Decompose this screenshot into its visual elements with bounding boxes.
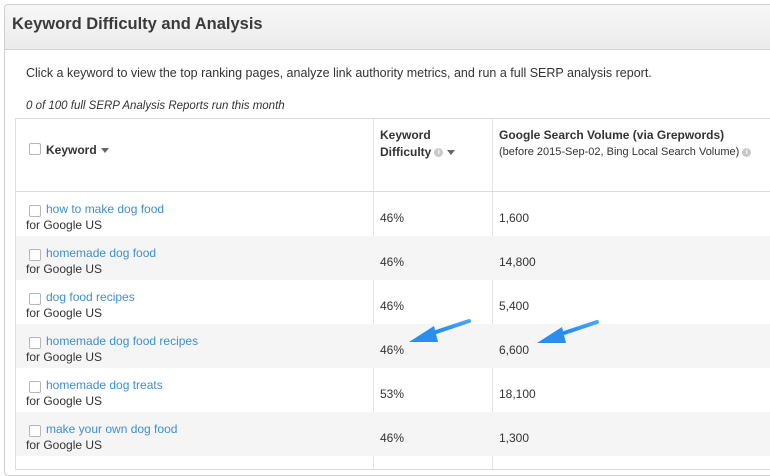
difficulty-value: 46%	[380, 431, 405, 445]
difficulty-value: 46%	[380, 255, 405, 269]
volume-value: 1,600	[499, 211, 530, 225]
volume-value: 6,600	[499, 343, 530, 357]
difficulty-value: 53%	[380, 387, 405, 401]
volume-value: 1,300	[499, 431, 530, 445]
info-icon[interactable]: i	[742, 147, 752, 157]
panel-title: Keyword Difficulty and Analysis	[12, 15, 263, 33]
search-engine-label: for Google US	[26, 438, 103, 452]
volume-column-header: Google Search Volume (via Grepwords) (be…	[499, 127, 752, 161]
volume-header-line2: (before 2015-Sep-02, Bing Local Search V…	[499, 146, 740, 158]
table-row: homemade dog treats for Google US 53% 18…	[16, 368, 770, 412]
row-checkbox[interactable]	[29, 425, 41, 437]
difficulty-column-header[interactable]: Keyword Difficulty i	[380, 127, 456, 161]
table-row: dog food recipes for Google US 46% 5,400	[16, 280, 770, 324]
table-row: homemade dog food recipes for Google US …	[16, 324, 770, 368]
keyword-link[interactable]: make your own dog food	[46, 422, 177, 436]
row-checkbox[interactable]	[29, 293, 41, 305]
keyword-table: Keyword Keyword Difficulty i Google Searc…	[15, 118, 770, 470]
keyword-header-label: Keyword	[46, 143, 97, 157]
row-checkbox[interactable]	[29, 205, 41, 217]
table-row: homemade dog food for Google US 46% 14,8…	[16, 236, 770, 280]
intro-text: Click a keyword to view the top ranking …	[26, 66, 652, 80]
select-all-checkbox[interactable]	[29, 143, 41, 155]
search-engine-label: for Google US	[26, 350, 103, 364]
search-engine-label: for Google US	[26, 306, 103, 320]
row-checkbox[interactable]	[29, 249, 41, 261]
search-engine-label: for Google US	[26, 262, 103, 276]
table-header: Keyword Keyword Difficulty i Google Searc…	[16, 119, 770, 192]
difficulty-header-line1: Keyword	[380, 128, 431, 142]
search-engine-label: for Google US	[26, 218, 103, 232]
difficulty-value: 46%	[380, 299, 405, 313]
reports-count: 0 of 100 full SERP Analysis Reports run …	[26, 100, 285, 112]
row-checkbox[interactable]	[29, 381, 41, 393]
keyword-link[interactable]: dog food recipes	[46, 290, 135, 304]
volume-value: 18,100	[499, 387, 536, 401]
difficulty-value: 46%	[380, 343, 405, 357]
table-row: make your own dog food for Google US 46%…	[16, 412, 770, 456]
volume-header-line1: Google Search Volume (via Grepwords)	[499, 128, 725, 142]
info-icon[interactable]: i	[434, 148, 444, 158]
chevron-down-icon[interactable]	[447, 150, 456, 156]
keyword-link[interactable]: homemade dog food	[46, 246, 156, 260]
keyword-link[interactable]: homemade dog treats	[46, 378, 163, 392]
chevron-down-icon[interactable]	[100, 148, 109, 154]
difficulty-value: 46%	[380, 211, 405, 225]
keyword-column-header[interactable]: Keyword	[46, 143, 109, 157]
row-checkbox[interactable]	[29, 337, 41, 349]
volume-value: 5,400	[499, 299, 530, 313]
table-row: how to make dog food for Google US 46% 1…	[16, 192, 770, 236]
search-engine-label: for Google US	[26, 394, 103, 408]
keyword-link[interactable]: how to make dog food	[46, 202, 164, 216]
keyword-link[interactable]: homemade dog food recipes	[46, 334, 198, 348]
difficulty-header-line2: Difficulty	[380, 145, 432, 159]
volume-value: 14,800	[499, 255, 536, 269]
